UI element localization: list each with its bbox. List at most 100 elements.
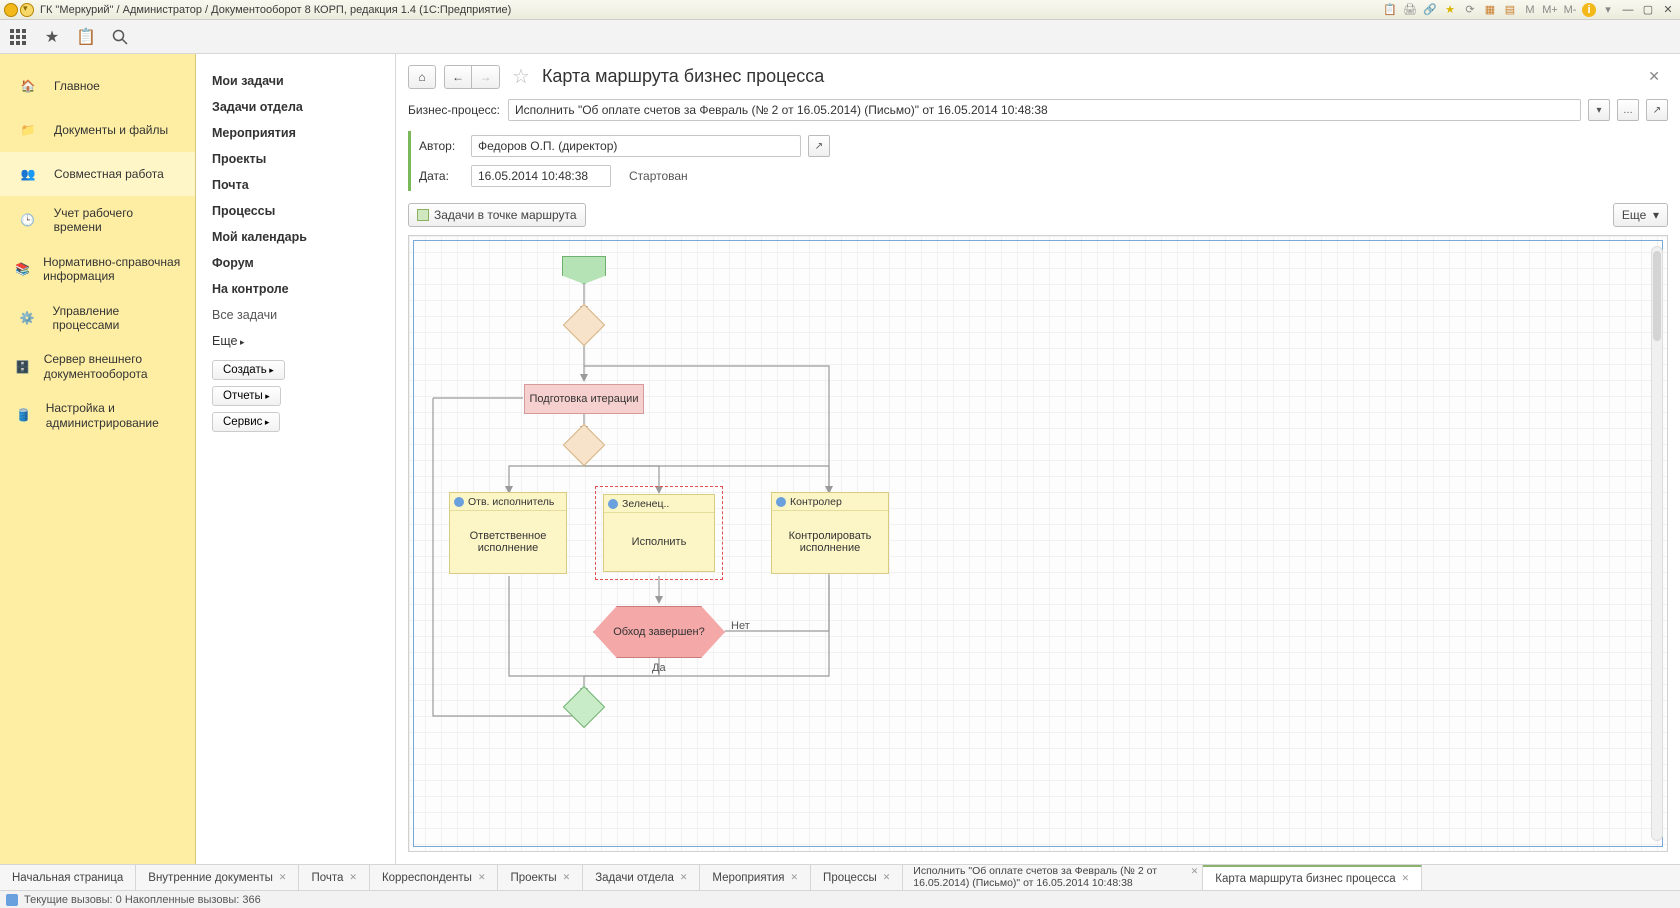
tab-correspondents[interactable]: Корреспонденты✕ (370, 865, 499, 890)
back-button[interactable]: ← (444, 65, 472, 89)
favorite-toggle-icon[interactable]: ☆ (512, 64, 530, 89)
diagram-decision-node[interactable]: Обход завершен? (593, 606, 725, 658)
tab-close-icon[interactable]: ✕ (478, 872, 486, 883)
diagram-canvas[interactable]: Подготовка итерации Отв. исполнитель Отв… (408, 235, 1668, 852)
tab-close-icon[interactable]: ✕ (349, 872, 357, 883)
tab-label: Почта (311, 872, 343, 884)
window-maximize-icon[interactable] (1640, 2, 1656, 18)
dropdown-icon[interactable]: ▾ (1600, 2, 1616, 18)
app-menu-dropdown-icon[interactable] (20, 3, 34, 17)
author-value: Федоров О.П. (директор) (478, 139, 617, 153)
sidebar-item-label: Главное (54, 79, 100, 93)
bp-row: Бизнес-процесс: Исполнить "Об оплате сче… (396, 95, 1680, 125)
sidebar-item-label: Учет рабочего времени (54, 206, 183, 235)
nav-my-tasks[interactable]: Мои задачи (212, 68, 379, 94)
star-icon[interactable]: ★ (42, 27, 62, 47)
window-close-icon[interactable] (1660, 2, 1676, 18)
more-menu-button[interactable]: Еще ▾ (1613, 203, 1668, 227)
bp-more-button[interactable]: … (1617, 99, 1639, 121)
tab-close-icon[interactable]: ✕ (563, 872, 571, 883)
tab-execute-process[interactable]: Исполнить "Об оплате счетов за Февраль (… (903, 865, 1203, 890)
apps-grid-icon[interactable] (8, 27, 28, 47)
author-field[interactable]: Федоров О.П. (директор) (471, 135, 801, 157)
bp-status: Стартован (629, 169, 688, 183)
tab-close-icon[interactable]: ✕ (1402, 873, 1410, 884)
tab-dept-tasks[interactable]: Задачи отдела✕ (583, 865, 700, 890)
info-icon[interactable]: i (1582, 3, 1596, 17)
tab-projects[interactable]: Проекты✕ (498, 865, 583, 890)
sidebar-item-processes[interactable]: ⚙️Управление процессами (0, 294, 195, 343)
nav-processes[interactable]: Процессы (212, 198, 379, 224)
window-minimize-icon[interactable] (1620, 2, 1636, 18)
search-icon[interactable] (110, 27, 130, 47)
sidebar-item-external[interactable]: 🗄️Сервер внешнего документооборота (0, 342, 195, 391)
nav-on-control[interactable]: На контроле (212, 276, 379, 302)
sidebar-item-settings[interactable]: 🛢️Настройка и администрирование (0, 391, 195, 440)
tab-close-icon[interactable]: ✕ (680, 872, 688, 883)
nav-mail[interactable]: Почта (212, 172, 379, 198)
diagram-prep-node[interactable]: Подготовка итерации (524, 384, 644, 414)
nav-events[interactable]: Мероприятия (212, 120, 379, 146)
author-open-button[interactable]: ↗ (808, 135, 830, 157)
tab-events[interactable]: Мероприятия✕ (700, 865, 811, 890)
bp-open-button[interactable]: ↗ (1646, 99, 1668, 121)
favorite-icon[interactable]: ★ (1442, 2, 1458, 18)
status-bar: Текущие вызовы: 0 Накопленные вызовы: 36… (0, 890, 1680, 908)
refresh-icon[interactable]: ⟳ (1462, 2, 1478, 18)
task-body: Ответственное исполнение (454, 530, 562, 554)
tab-mail[interactable]: Почта ✕ (299, 865, 369, 890)
nav-projects[interactable]: Проекты (212, 146, 379, 172)
tab-label: Процессы (823, 872, 877, 884)
sidebar-item-collaboration[interactable]: 👥Совместная работа (0, 152, 195, 196)
tab-home[interactable]: Начальная страница (0, 865, 136, 890)
m-minus[interactable]: M- (1562, 2, 1578, 18)
close-page-button[interactable]: ✕ (1640, 68, 1668, 85)
content-area: ⌂ ← → ☆ Карта маршрута бизнес процесса ✕… (396, 54, 1680, 864)
tab-processes[interactable]: Процессы ✕ (811, 865, 903, 890)
tab-close-icon[interactable]: ✕ (883, 872, 891, 883)
m-memory[interactable]: M (1522, 2, 1538, 18)
bp-field[interactable]: Исполнить "Об оплате счетов за Февраль (… (508, 99, 1581, 121)
clock-icon: 🕒 (12, 208, 44, 232)
route-tasks-button[interactable]: Задачи в точке маршрута (408, 203, 586, 227)
calc-icon[interactable]: ▤ (1502, 2, 1518, 18)
tab-close-icon[interactable]: ✕ (791, 872, 799, 883)
diagram-task-control[interactable]: Контролер Контролировать исполнение (771, 492, 889, 574)
diagram-task-responsible[interactable]: Отв. исполнитель Ответственное исполнени… (449, 492, 567, 574)
bp-value: Исполнить "Об оплате счетов за Февраль (… (515, 103, 1048, 117)
tab-documents[interactable]: Внутренние документы✕ (136, 865, 299, 890)
m-plus[interactable]: M+ (1542, 2, 1558, 18)
tab-route-map[interactable]: Карта маршрута бизнес процесса✕ (1203, 865, 1422, 890)
clipboard-icon[interactable]: 📋 (76, 27, 96, 47)
server-icon: 🗄️ (12, 355, 34, 379)
window-tabs: Начальная страница Внутренние документы✕… (0, 864, 1680, 890)
nav-all-tasks[interactable]: Все задачи (212, 302, 379, 328)
window-titlebar: ГК "Меркурий" / Администратор / Документ… (0, 0, 1680, 20)
link-icon[interactable]: 🔗 (1422, 2, 1438, 18)
bp-dropdown-button[interactable]: ▾ (1588, 99, 1610, 121)
date-label: Дата: (419, 169, 463, 183)
date-field[interactable]: 16.05.2014 10:48:38 (471, 165, 611, 187)
nav-forum[interactable]: Форум (212, 250, 379, 276)
sidebar-item-documents[interactable]: 📁Документы и файлы (0, 108, 195, 152)
print-icon[interactable]: 🖨 (1402, 2, 1418, 18)
tab-close-icon[interactable]: ✕ (279, 872, 287, 883)
sidebar-item-main[interactable]: 🏠Главное (0, 64, 195, 108)
tab-close-icon[interactable]: ✕ (1191, 867, 1199, 877)
user-icon (776, 497, 786, 507)
nav-more[interactable]: Еще (212, 328, 379, 354)
forward-button[interactable]: → (472, 65, 500, 89)
sidebar-item-label: Настройка и администрирование (46, 401, 183, 430)
home-button[interactable]: ⌂ (408, 65, 436, 89)
sidebar-item-reference[interactable]: 📚Нормативно-справочная информация (0, 245, 195, 294)
nav-dept-tasks[interactable]: Задачи отдела (212, 94, 379, 120)
chip-create[interactable]: Создать (212, 360, 285, 380)
diagram-task-execute[interactable]: Зеленец.. Исполнить (603, 494, 715, 572)
nav-calendar[interactable]: Мой календарь (212, 224, 379, 250)
calendar-icon[interactable]: ▦ (1482, 2, 1498, 18)
chip-reports[interactable]: Отчеты (212, 386, 281, 406)
chip-service[interactable]: Сервис (212, 412, 280, 432)
titlebar-icon[interactable]: 📋 (1382, 2, 1398, 18)
sidebar-item-timesheet[interactable]: 🕒 Учет рабочего времени (0, 196, 195, 245)
diagram-toolbar: Задачи в точке маршрута Еще ▾ (396, 195, 1680, 235)
